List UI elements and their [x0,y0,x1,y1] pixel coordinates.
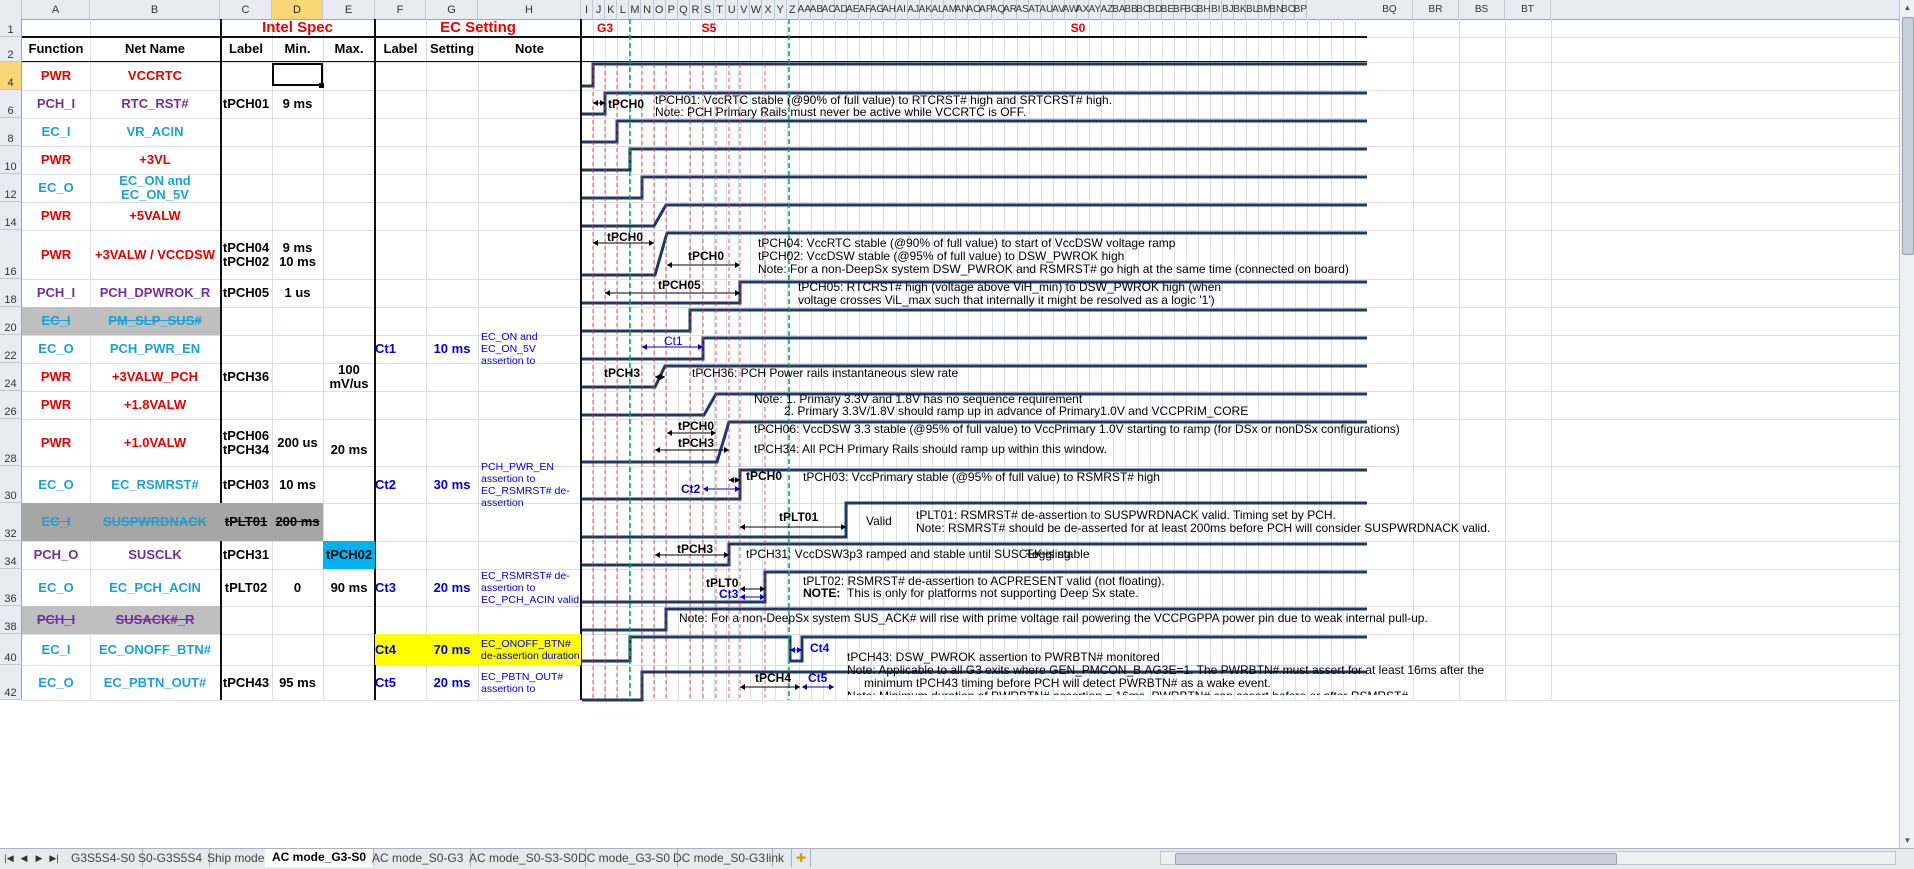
note-tpch06: tPCH06: VccDSW 3.3 stable (@95% of full … [754,422,1400,436]
wave-label-tplt01: tPLT01 [779,510,819,524]
note-tplt02-b: This is only for platforms not supportin… [847,586,1139,600]
arrow-ct5-head-right [829,684,834,690]
arrow-ct1-head-left [642,344,647,350]
sheet-tab-ac-mode-g3-s0[interactable]: AC mode_G3-S0 [265,849,375,867]
arrow-tpch43-head-left [740,684,745,690]
note-pbtn-c: Note: Minimum duration of PWRBTN# assert… [847,690,1408,695]
note-toggling: Toggling [1026,547,1071,561]
wave-label-tpch34: tPCH3 [678,436,715,450]
arrow-tpch03-head-left [729,477,734,483]
horizontal-scroll-thumb[interactable] [1175,853,1617,865]
sheet-tab-dc-mode-g3-s0[interactable]: DC mode_G3-S0 [571,849,679,867]
note-tplt02-b-bold: NOTE: [803,586,841,600]
wave-label-tpch31: tPCH3 [677,542,714,556]
note-tpch34: tPCH34: All PCH Primary Rails should ram… [754,442,1107,456]
arrow-tpch36-head-right [660,374,665,380]
trace-ec-on [582,175,1367,200]
wave-label-ct4: Ct4 [810,641,830,655]
arrow-ct2-head-left [703,486,708,492]
wave-label-ct1: Ct1 [664,334,683,348]
wave-label-tpch36: tPCH3 [604,366,641,380]
scroll-down-arrow[interactable]: ▼ [1900,833,1914,848]
arrow-tpch01-head-left [593,100,598,106]
sheet-tab-ac-mode-s0-s3-s0[interactable]: AC mode_S0-S3-S0 [462,849,586,867]
wave-label-tpch03: tPCH0 [746,469,783,483]
wave-label-ct2: Ct2 [681,482,701,496]
sheet-tab-link[interactable]: link [759,849,793,867]
note-susack: Note: For a non-DeepSx system SUS_ACK# w… [679,611,1428,625]
arrow-tpch34-head-right [724,447,729,453]
arrow-tpch34-head-left [655,447,660,453]
scroll-up-arrow[interactable]: ▲ [1900,0,1914,15]
sheet-tab-s0-g3s5s4[interactable]: S0-G3S5S4 [131,849,211,867]
note-tplt01-b: Note: RSMRST# should be de-asserted for … [916,521,1491,535]
wave-label-valid: Valid [866,514,892,528]
sheet-tab-ac-mode-s0-g3[interactable]: AC mode_S0-G3 [365,849,472,867]
arrow-tpch02-head-right [735,262,740,268]
arrow-tpch04-head-right [649,240,654,246]
last-sheet-button[interactable]: ▶| [48,851,60,865]
vertical-scrollbar[interactable]: ▲ ▼ [1899,0,1914,848]
wave-label-tpch43: tPCH4 [755,671,792,685]
sheet-tab-ship-mode[interactable]: Ship mode [200,849,273,867]
first-sheet-button[interactable]: |◀ [3,851,15,865]
note-tpch05-b: voltage crosses ViL_max such that intern… [798,293,1215,307]
arrow-tpch05-head-left [605,290,610,296]
note-rail-seq-b: 2. Primary 3.3V/1.8V should ramp up in a… [784,404,1249,418]
trace-slp-sus [582,308,1367,333]
arrow-tpch02-head-left [667,262,672,268]
trace-vr-acin [582,119,1367,144]
arrow-tplt02-head-left [740,586,745,592]
note-tpch36: tPCH36: PCH Power rails instantaneous sl… [692,366,959,380]
wave-label-tpch02: tPCH0 [688,249,725,263]
wave-label-tpch05: tPCH05 [658,278,701,292]
wave-label-tpch01: tPCH0 [608,97,645,111]
arrow-tpch06-head-left [667,430,672,436]
next-sheet-button[interactable]: ▶ [33,851,45,865]
note-tpch01-b: Note: PCH Primary Rails must never be ac… [655,105,1027,119]
arrow-tpch31-head-left [655,552,660,558]
arrow-tplt01-head-left [740,524,745,530]
insert-sheet-button[interactable]: ✚ [789,849,811,867]
wave-label-ct5: Ct5 [808,671,828,685]
wave-label-tpch06: tPCH0 [678,419,715,433]
arrow-tpch43-head-right [795,684,800,690]
trace-3vl [582,147,1367,172]
trace-5valw [582,203,1367,228]
horizontal-scrollbar[interactable] [1160,851,1896,865]
sheet-tab-dc-mode-s0-g3[interactable]: DC mode_S0-G3 [666,849,774,867]
arrow-tpch04-head-left [593,240,598,246]
prev-sheet-button[interactable]: ◀ [18,851,30,865]
note-pbtn-b: minimum tPCH43 timing before PCH will de… [864,676,1271,690]
arrow-ct5-head-left [802,684,807,690]
note-tpch03: tPCH03: VccPrimary stable (@95% of full … [803,470,1160,484]
note-tpch04-c: Note: For a non-DeepSx system DSW_PWROK … [758,262,1349,276]
wave-label-ct3: Ct3 [719,587,739,601]
vertical-scroll-thumb[interactable] [1902,17,1914,255]
arrow-ct3-head-left [740,594,745,600]
wave-label-tpch04: tPCH0 [607,230,644,244]
trace-vccrtc [582,62,1367,88]
